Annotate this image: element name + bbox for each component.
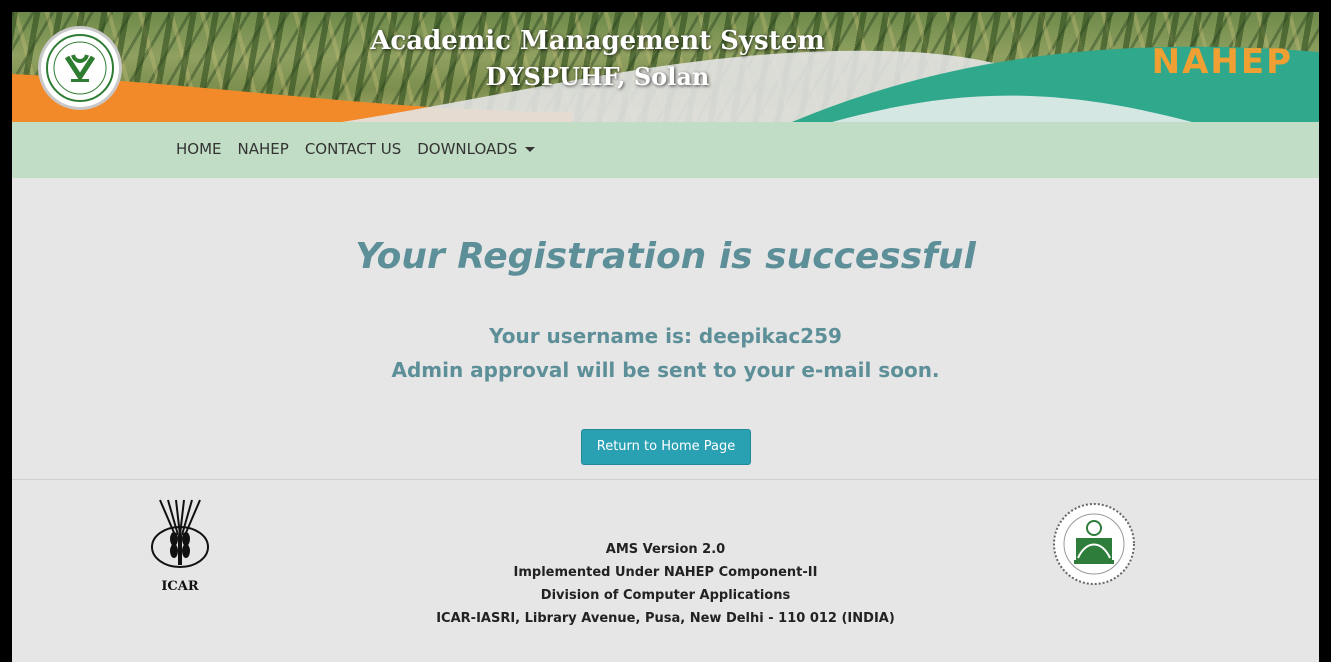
footer-address: ICAR-IASRI, Library Avenue, Pusa, New De… — [436, 611, 895, 626]
nav-item-contact-us[interactable]: CONTACT US — [305, 140, 401, 158]
footer-divider — [12, 479, 1319, 480]
site-title: Academic Management System — [370, 26, 825, 56]
nahep-logo[interactable]: NAHEP — [1152, 42, 1293, 82]
caret-down-icon — [525, 146, 536, 152]
top-navbar: HOME NAHEP CONTACT US DOWNLOADS — [12, 122, 1319, 178]
return-home-button[interactable]: Return to Home Page — [581, 429, 751, 465]
iasri-seal-icon — [1053, 503, 1135, 585]
nav-item-downloads[interactable]: DOWNLOADS — [417, 140, 536, 158]
site-subtitle: DYSPUHF, Solan — [485, 62, 710, 91]
nav-item-home[interactable]: HOME — [176, 140, 222, 158]
success-heading: Your Registration is successful — [355, 236, 976, 277]
page-frame: Academic Management System DYSPUHF, Sola… — [12, 12, 1319, 662]
nav-menu: HOME NAHEP CONTACT US DOWNLOADS — [176, 140, 551, 158]
nav-item-downloads-label: DOWNLOADS — [417, 140, 518, 158]
nav-item-nahep[interactable]: NAHEP — [238, 140, 289, 158]
username-message: Your username is: deepikac259 — [489, 324, 842, 348]
approval-message: Admin approval will be sent to your e-ma… — [391, 358, 940, 382]
header-banner: Academic Management System DYSPUHF, Sola… — [12, 12, 1319, 122]
